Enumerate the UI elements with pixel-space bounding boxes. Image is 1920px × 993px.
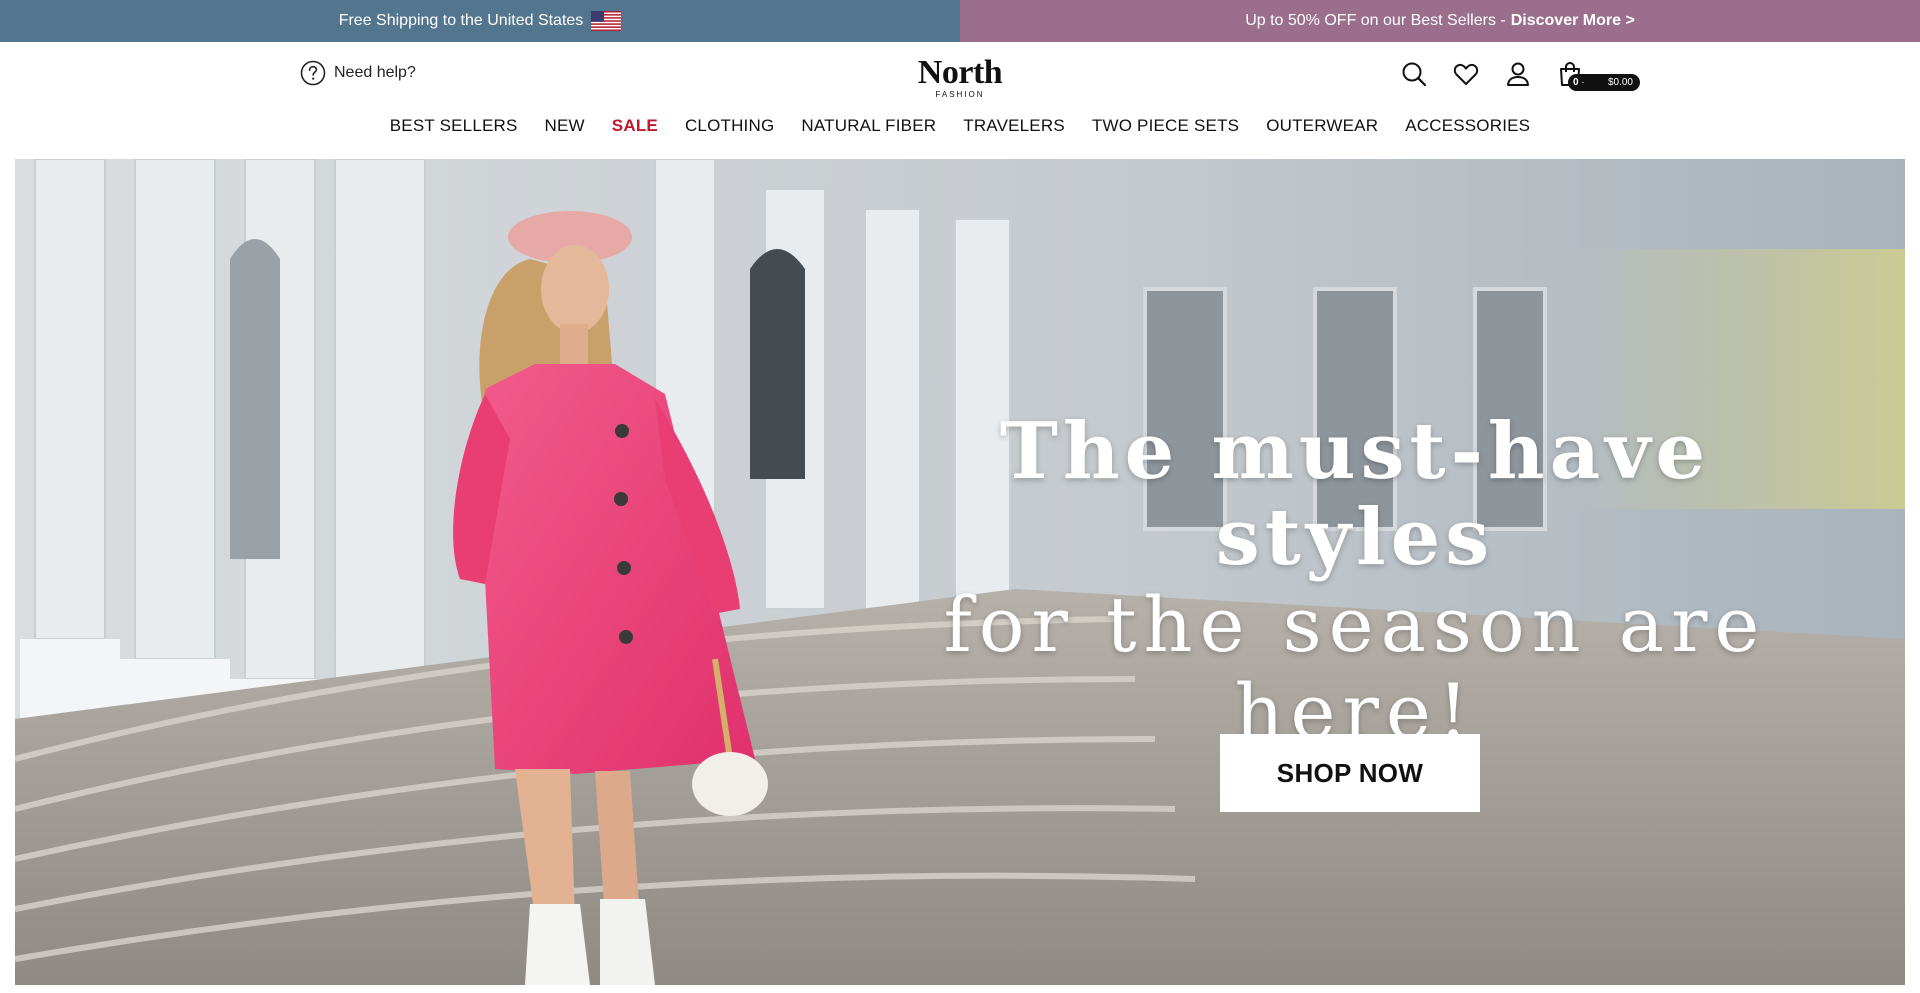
nav-clothing[interactable]: CLOTHING: [685, 116, 774, 136]
main-navigation: BEST SELLERS NEW SALE CLOTHING NATURAL F…: [0, 106, 1920, 160]
hero-banner[interactable]: The must-have styles for the season are …: [15, 159, 1905, 985]
nav-travelers[interactable]: TRAVELERS: [963, 116, 1065, 136]
nav-outerwear[interactable]: OUTERWEAR: [1266, 116, 1378, 136]
headline-line-2: for the season are here!: [943, 579, 1767, 756]
cart-summary: 0 · $0.00: [1568, 74, 1640, 91]
need-help-label: Need help?: [334, 64, 416, 81]
logo-wordmark: North: [917, 54, 1003, 91]
discover-more-link[interactable]: Discover More >: [1511, 12, 1635, 30]
question-circle-icon: [300, 60, 326, 86]
header-actions: 0 · $0.00: [1400, 60, 1640, 91]
nav-sale[interactable]: SALE: [612, 116, 658, 136]
sale-text: Up to 50% OFF on our Best Sellers -: [1245, 12, 1506, 29]
shipping-announcement[interactable]: Free Shipping to the United States: [0, 0, 960, 42]
cart-separator: ·: [1581, 77, 1585, 88]
us-flag-icon: [591, 11, 622, 31]
logo-tagline: FASHION: [935, 90, 985, 99]
cart-button[interactable]: 0 · $0.00: [1556, 60, 1640, 91]
nav-two-piece-sets[interactable]: TWO PIECE SETS: [1092, 116, 1239, 136]
user-icon[interactable]: [1504, 60, 1532, 88]
nav-best-sellers[interactable]: BEST SELLERS: [390, 116, 518, 136]
cart-count: 0: [1573, 77, 1579, 88]
cart-total: $0.00: [1607, 77, 1633, 88]
sale-announcement[interactable]: Up to 50% OFF on our Best Sellers - Disc…: [960, 0, 1920, 42]
nav-new[interactable]: NEW: [545, 116, 585, 136]
search-icon[interactable]: [1400, 60, 1428, 88]
site-header: Need help? North FASHION 0 · $0.00: [0, 42, 1920, 106]
nav-natural-fiber[interactable]: NATURAL FIBER: [801, 116, 936, 136]
headline-line-1: The must-have styles: [999, 406, 1711, 583]
nav-accessories[interactable]: ACCESSORIES: [1405, 116, 1530, 136]
shipping-text: Free Shipping to the United States: [338, 12, 584, 29]
heart-icon[interactable]: [1452, 60, 1480, 88]
site-logo[interactable]: North FASHION: [917, 54, 1003, 99]
announcement-bar: Free Shipping to the United States Up to…: [0, 0, 1920, 42]
shop-now-button[interactable]: SHOP NOW: [1220, 734, 1480, 812]
hero-headline: The must-have styles for the season are …: [845, 409, 1865, 755]
need-help-link[interactable]: Need help?: [300, 60, 416, 86]
